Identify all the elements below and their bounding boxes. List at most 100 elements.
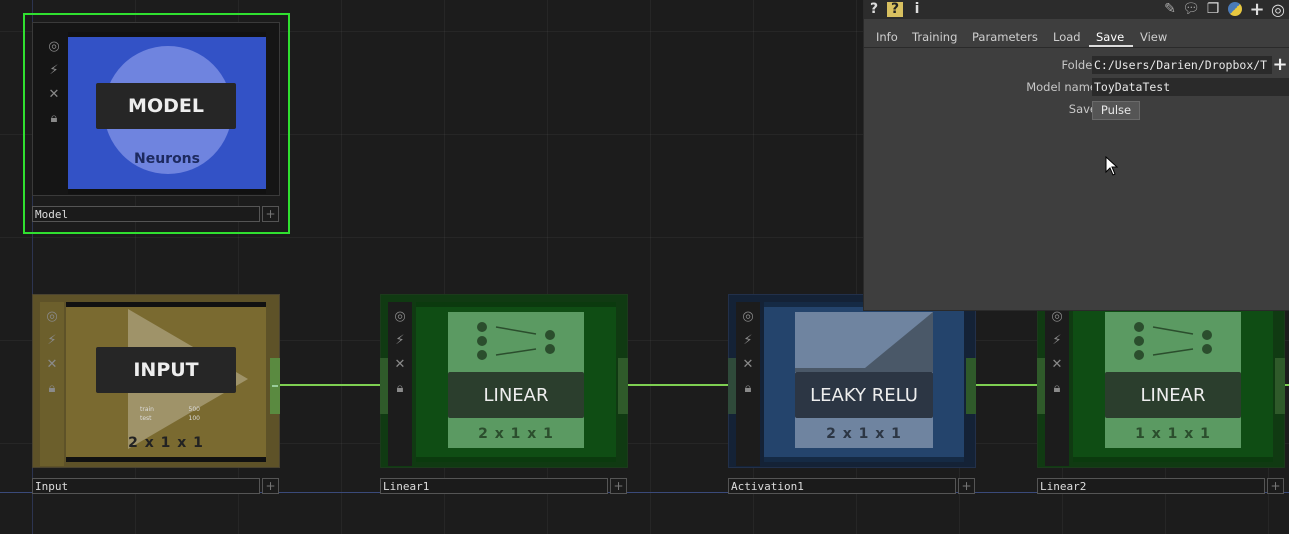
tab-info[interactable]: Info <box>876 30 898 44</box>
linear2-output-connector[interactable] <box>1275 358 1285 414</box>
input-node-plus-button[interactable]: + <box>262 478 279 494</box>
linear1-node-sidebar: ◎ ⚡ ✕ 🔒︎ <box>388 302 412 466</box>
save-pulse-button[interactable]: Pulse <box>1092 101 1140 120</box>
wire-input-linear1 <box>280 384 382 386</box>
tab-parameters[interactable]: Parameters <box>972 30 1038 44</box>
pencil-icon[interactable]: ✎ <box>1162 0 1178 19</box>
model-subtitle: Neurons <box>133 151 200 167</box>
input-dims: 2 x 1 x 1 <box>128 435 204 451</box>
activation1-art: LEAKY RELU 2 x 1 x 1 <box>795 312 933 448</box>
input-mini-stats: train 500 test 100 <box>140 405 200 423</box>
lock-icon[interactable]: 🔒︎ <box>390 378 410 398</box>
close-icon[interactable]: ✕ <box>42 354 62 374</box>
relu-curve-icon <box>795 312 933 372</box>
linear1-input-connector[interactable] <box>380 358 388 414</box>
help-icon[interactable]: ? <box>868 0 880 19</box>
neuron-connections-icon <box>477 322 555 360</box>
mini-label: test <box>140 415 152 422</box>
mouse-cursor-icon <box>1105 156 1119 176</box>
viewer-toggle-icon[interactable]: ◎ <box>738 306 758 326</box>
linear2-node-name[interactable]: Linear2 <box>1037 478 1265 494</box>
bypass-icon[interactable]: ⚡ <box>1047 330 1067 350</box>
input-node-sidebar: ◎ ⚡ ✕ 🔒︎ <box>40 302 64 466</box>
activation1-node[interactable]: ◎ ⚡ ✕ 🔒︎ LEAKY RELU 2 x 1 x 1 Activation… <box>728 294 976 500</box>
info-icon[interactable]: i <box>912 0 922 19</box>
activation1-node-plus-button[interactable]: + <box>958 478 975 494</box>
mini-label: train <box>140 406 154 413</box>
linear1-output-connector[interactable] <box>618 358 628 414</box>
clone-icon[interactable]: ❐ <box>1204 0 1222 19</box>
linear1-node[interactable]: ◎ ⚡ ✕ 🔒︎ LINEAR 2 x 1 x 1 Linear1 + <box>380 294 628 500</box>
bypass-icon[interactable]: ⚡ <box>738 330 758 350</box>
close-icon[interactable]: ✕ <box>390 354 410 374</box>
panel-toolbar: ? ? i ✎ 💬︎ ❐ + ◎ <box>864 0 1289 19</box>
wire-activation1-linear2 <box>976 384 1038 386</box>
viewer-toggle-icon[interactable]: ◎ <box>390 306 410 326</box>
model-name-label: Model name <box>1026 80 1097 94</box>
input-node-viewer: INPUT train 500 test 100 2 x 1 x 1 <box>66 302 266 462</box>
input-title: INPUT <box>96 347 236 393</box>
mini-value: 100 <box>188 415 200 422</box>
activation1-title: LEAKY RELU <box>795 372 933 418</box>
activation1-output-connector[interactable] <box>966 358 976 414</box>
lock-icon[interactable]: 🔒︎ <box>42 378 62 398</box>
active-tab-indicator <box>1089 45 1133 47</box>
bypass-icon[interactable]: ⚡ <box>390 330 410 350</box>
input-node-name[interactable]: Input <box>32 478 260 494</box>
lock-icon[interactable]: 🔒︎ <box>738 378 758 398</box>
wire-linear1-activation1 <box>628 384 730 386</box>
lock-icon[interactable]: 🔒︎ <box>1047 378 1067 398</box>
lock-icon[interactable]: 🔒︎ <box>44 108 64 128</box>
linear1-node-name[interactable]: Linear1 <box>380 478 608 494</box>
activation1-node-name[interactable]: Activation1 <box>728 478 956 494</box>
linear1-node-viewer: LINEAR 2 x 1 x 1 <box>416 302 616 462</box>
folder-field[interactable]: C:/Users/Darien/Dropbox/T <box>1092 56 1272 74</box>
activation1-node-sidebar: ◎ ⚡ ✕ 🔒︎ <box>736 302 760 466</box>
comment-icon[interactable]: 💬︎ <box>1182 0 1200 19</box>
model-node-viewer: MODEL Neurons <box>68 32 266 194</box>
close-icon[interactable]: ✕ <box>1047 354 1067 374</box>
tab-load[interactable]: Load <box>1053 30 1081 44</box>
linear1-title: LINEAR <box>448 372 584 418</box>
linear2-node[interactable]: ◎ ⚡ ✕ 🔒︎ LINEAR 1 x 1 x 1 Linear2 + <box>1037 294 1285 500</box>
add-icon[interactable]: + <box>1248 0 1266 19</box>
target-icon[interactable]: ◎ <box>1269 0 1287 19</box>
close-icon[interactable]: ✕ <box>44 84 64 104</box>
bypass-icon[interactable]: ⚡ <box>44 60 64 80</box>
linear2-node-sidebar: ◎ ⚡ ✕ 🔒︎ <box>1045 302 1069 466</box>
linear1-art: LINEAR 2 x 1 x 1 <box>448 312 584 448</box>
model-node[interactable]: ◎ ⚡ ✕ 🔒︎ MODEL Neurons Model + <box>32 22 280 232</box>
activation1-dims: 2 x 1 x 1 <box>826 426 902 442</box>
model-node-name[interactable]: Model <box>32 206 260 222</box>
viewer-toggle-icon[interactable]: ◎ <box>42 306 62 326</box>
input-node[interactable]: ◎ ⚡ ✕ 🔒︎ INPUT train 500 test 100 2 x 1 x … <box>32 294 280 500</box>
activation1-node-viewer: LEAKY RELU 2 x 1 x 1 <box>764 302 964 462</box>
close-icon[interactable]: ✕ <box>738 354 758 374</box>
python-help-icon[interactable]: ? <box>887 2 903 17</box>
linear1-dims: 2 x 1 x 1 <box>478 426 554 442</box>
linear2-node-viewer: LINEAR 1 x 1 x 1 <box>1073 302 1273 462</box>
tab-view[interactable]: View <box>1140 30 1167 44</box>
neuron-connections-icon <box>1134 322 1212 360</box>
model-node-plus-button[interactable]: + <box>262 206 279 222</box>
linear1-node-plus-button[interactable]: + <box>610 478 627 494</box>
model-title: MODEL <box>96 83 236 129</box>
panel-tabs: Info Training Parameters Load Save View <box>864 27 1289 48</box>
model-node-sidebar: ◎ ⚡ ✕ 🔒︎ <box>42 32 66 196</box>
model-name-field[interactable]: ToyDataTest <box>1092 78 1289 96</box>
parameter-panel[interactable]: ? ? i ✎ 💬︎ ❐ + ◎ Info Training Parameter… <box>863 0 1289 311</box>
mini-value: 500 <box>188 406 200 413</box>
linear2-dims: 1 x 1 x 1 <box>1135 426 1211 442</box>
tab-save[interactable]: Save <box>1096 30 1124 44</box>
linear2-input-connector[interactable] <box>1037 358 1045 414</box>
folder-browse-icon[interactable]: + <box>1272 56 1288 74</box>
input-output-connector[interactable] <box>270 358 280 414</box>
linear2-title: LINEAR <box>1105 372 1241 418</box>
bypass-icon[interactable]: ⚡ <box>42 330 62 350</box>
activation1-input-connector[interactable] <box>728 358 736 414</box>
python-icon[interactable] <box>1226 0 1244 19</box>
linear2-node-plus-button[interactable]: + <box>1267 478 1284 494</box>
tab-training[interactable]: Training <box>912 30 957 44</box>
viewer-toggle-icon[interactable]: ◎ <box>44 36 64 56</box>
linear2-art: LINEAR 1 x 1 x 1 <box>1105 312 1241 448</box>
